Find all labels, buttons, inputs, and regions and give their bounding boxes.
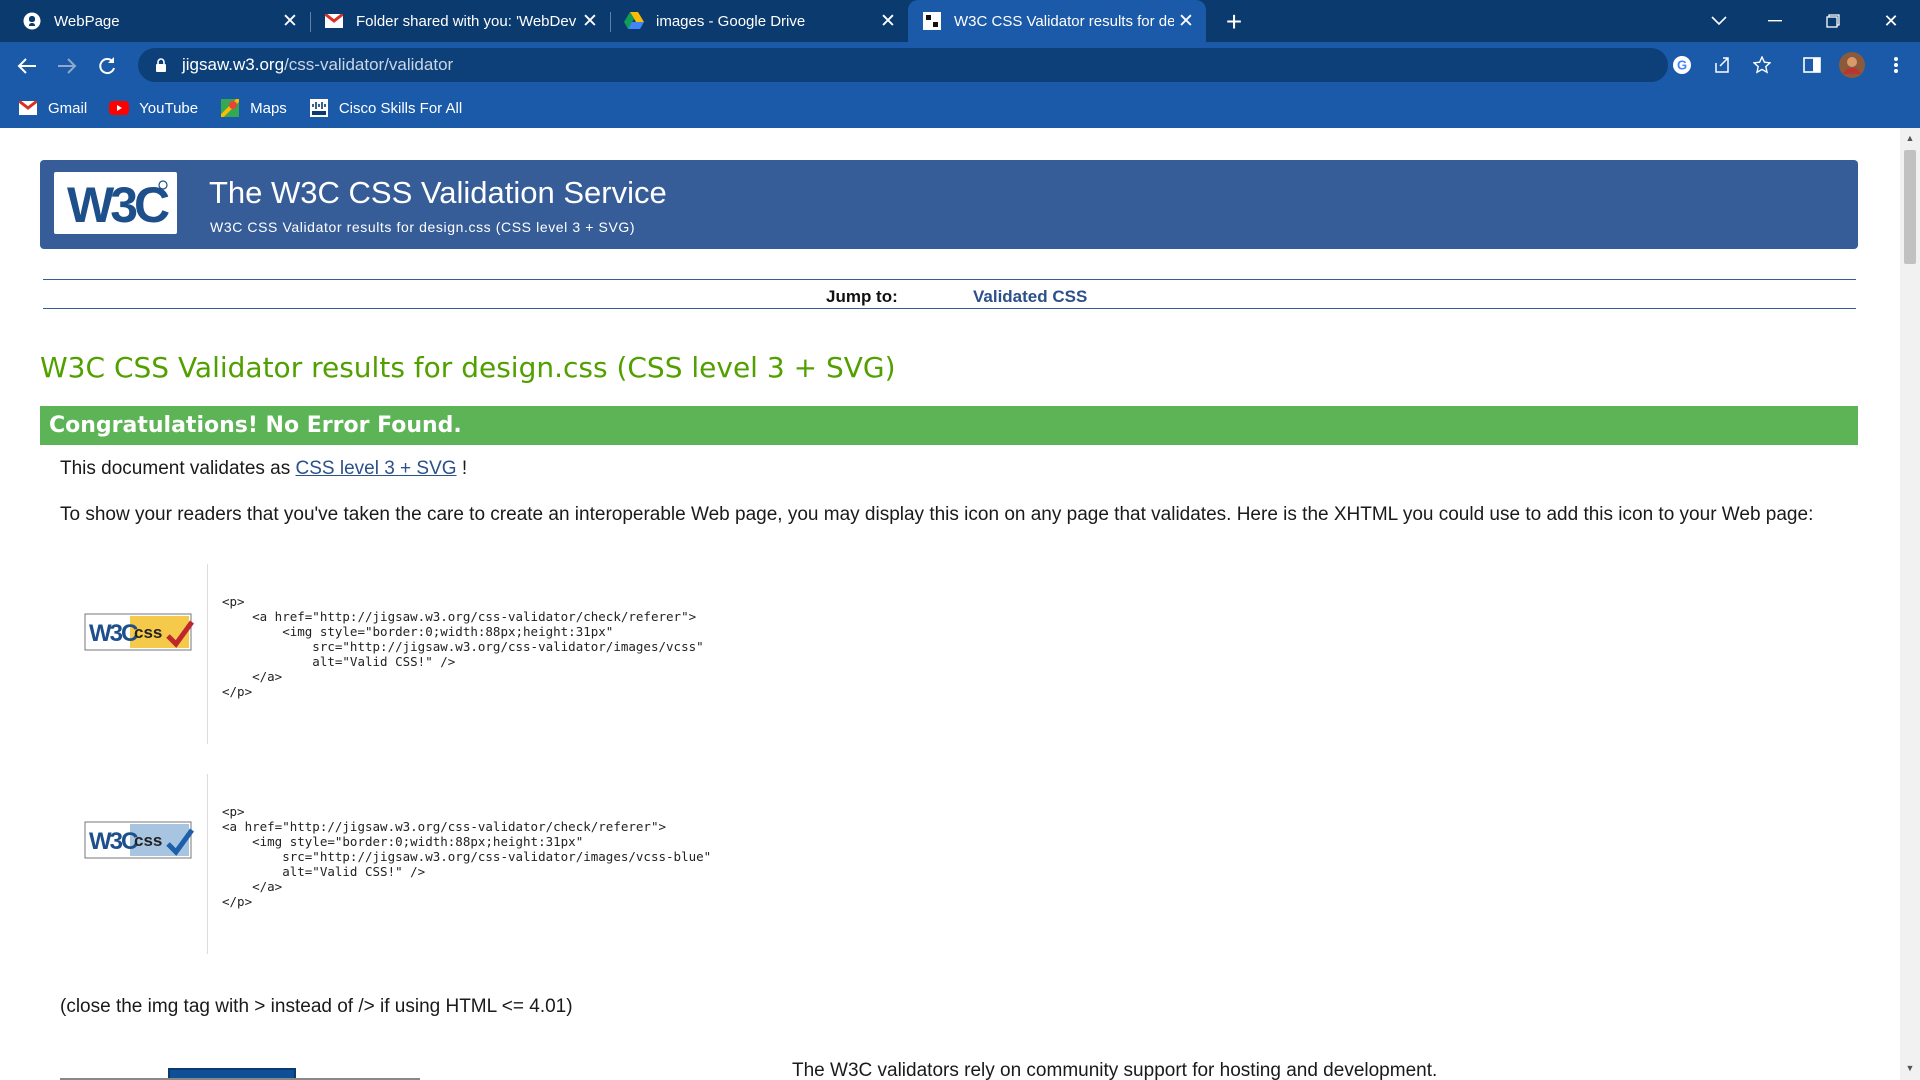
badge-code-blue[interactable]: <p> <a href="http://jigsaw.w3.org/css-va… [222,804,711,909]
jump-validated-css-link[interactable]: Validated CSS [973,287,1087,307]
w3c-logo[interactable]: W3C [54,172,177,234]
validates-paragraph: This document validates as CSS level 3 +… [60,458,468,479]
page-viewport: W3C The W3C CSS Validation Service W3C C… [0,128,1900,1080]
css-level-link[interactable]: CSS level 3 + SVG [296,458,457,479]
banner-title: The W3C CSS Validation Service [209,175,667,210]
code-divider [207,564,208,744]
code-divider [207,774,208,954]
tab-w3c-validator[interactable]: W3C CSS Validator results for de ✕ [908,0,1206,42]
tab-close-icon[interactable]: ✕ [1174,9,1198,33]
profile-avatar[interactable] [1836,49,1868,81]
tab-webpage[interactable]: WebPage ✕ [0,0,310,42]
bookmark-cisco[interactable]: Cisco Skills For All [309,99,462,117]
banner-subtitle: W3C CSS Validator results for design.css… [210,219,636,235]
show-readers-paragraph: To show your readers that you've taken t… [60,504,1814,525]
maps-icon [220,99,240,117]
svg-text:css: css [134,831,162,850]
forward-button[interactable] [50,49,84,83]
svg-text:css: css [134,623,162,642]
svg-text:G: G [1677,58,1687,73]
address-bar[interactable]: jigsaw.w3.org/css-validator/validator [138,48,1668,82]
gmail-icon [18,100,38,116]
scroll-thumb[interactable] [1904,150,1916,264]
github-icon [22,11,42,31]
valid-css-badge-gold[interactable]: W3C css [84,610,195,654]
tab-close-icon[interactable]: ✕ [876,9,900,33]
congrats-text: Congratulations! No Error Found. [49,413,462,438]
minimize-button[interactable] [1746,0,1804,42]
bookmark-gmail[interactable]: Gmail [18,100,87,117]
scroll-down-arrow-icon[interactable]: ▼ [1900,1060,1920,1076]
valid-css-badge-blue[interactable]: W3C css [84,818,195,862]
w3c-icon [922,11,942,31]
svg-text:W3C: W3C [89,828,138,855]
more-menu-icon[interactable] [1880,49,1912,81]
jump-to-label: Jump to: [826,287,898,306]
google-lens-icon[interactable]: G [1666,49,1698,81]
tab-strip: WebPage ✕ Folder shared with you: 'WebDe… [0,0,1920,42]
new-tab-button[interactable]: + [1218,6,1250,38]
restore-button[interactable] [1804,0,1862,42]
results-heading: W3C CSS Validator results for design.css… [40,351,896,384]
congrats-banner: Congratulations! No Error Found. [40,406,1858,445]
close-window-button[interactable]: ✕ [1862,0,1920,42]
bookmarks-bar: Gmail YouTube Maps Cisco Skills For All [0,88,1920,128]
page-scrollbar[interactable]: ▲ ▼ [1900,128,1920,1080]
reload-button[interactable] [90,49,124,83]
google-drive-icon [624,11,644,31]
svg-text:W3C: W3C [67,177,169,229]
bookmark-youtube[interactable]: YouTube [109,100,198,117]
bookmark-maps[interactable]: Maps [220,99,287,117]
jump-to-bar: Jump to: Validated CSS [43,279,1856,309]
svg-text:W3C: W3C [89,620,138,647]
community-support-text: The W3C validators rely on community sup… [792,1060,1438,1080]
badge-block-gold: W3C css <p> <a href="http://jigsaw.w3.or… [70,564,1770,744]
scroll-up-arrow-icon[interactable]: ▲ [1900,130,1920,146]
cisco-icon [309,99,329,117]
browser-toolbar: jigsaw.w3.org/css-validator/validator G [0,42,1920,88]
gmail-icon [324,11,344,31]
side-panel-icon[interactable] [1796,49,1828,81]
tab-close-icon[interactable]: ✕ [278,9,302,33]
tab-search-icon[interactable] [1690,0,1748,42]
lock-icon[interactable] [150,57,172,73]
back-button[interactable] [10,49,44,83]
page-banner: W3C The W3C CSS Validation Service W3C C… [40,160,1858,249]
youtube-icon [109,100,130,116]
tab-close-icon[interactable]: ✕ [578,9,602,33]
url-text: jigsaw.w3.org/css-validator/validator [182,55,454,74]
tab-google-drive[interactable]: images - Google Drive ✕ [610,0,908,42]
badge-block-blue: W3C css <p> <a href="http://jigsaw.w3.or… [70,774,1770,954]
share-icon[interactable] [1706,49,1738,81]
badge-code-gold[interactable]: <p> <a href="http://jigsaw.w3.org/css-va… [222,594,704,699]
close-img-note: (close the img tag with > instead of /> … [60,996,573,1017]
tab-gmail-folder[interactable]: Folder shared with you: 'WebDev ✕ [310,0,610,42]
bookmark-star-icon[interactable] [1746,49,1778,81]
